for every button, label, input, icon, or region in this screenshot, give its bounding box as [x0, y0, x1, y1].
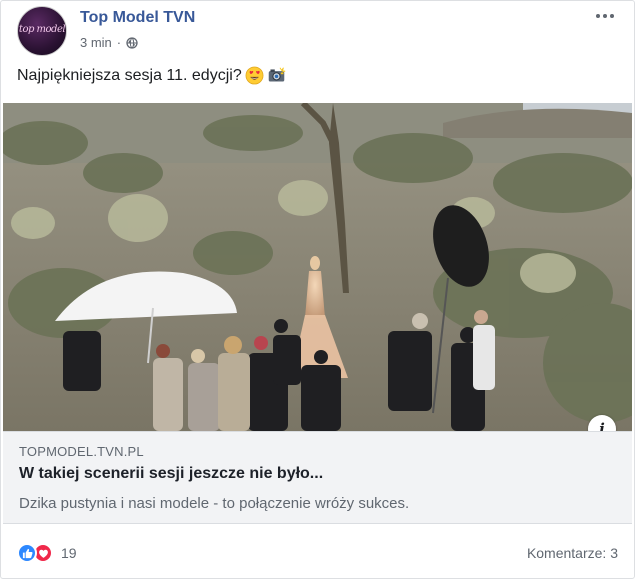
- post-card: top model Top Model TVN 3 min · Najpiękn…: [0, 0, 635, 579]
- post-message: Najpiękniejsza sesja 11. edycji?: [17, 66, 286, 85]
- more-options-icon[interactable]: [592, 7, 618, 25]
- page-avatar[interactable]: top model: [17, 6, 67, 56]
- comments-count-link[interactable]: Komentarze: 3: [527, 545, 618, 561]
- post-timestamp[interactable]: 3 min: [80, 35, 112, 50]
- link-preview[interactable]: TOPMODEL.TVN.PL W takiej scenerii sesji …: [3, 431, 632, 524]
- globe-icon[interactable]: [126, 36, 138, 49]
- post-meta: 3 min ·: [80, 35, 138, 50]
- desert-photoshoot-image: [3, 103, 632, 431]
- reactions-summary[interactable]: 19: [17, 543, 77, 563]
- heart-eyes-emoji: [245, 66, 264, 85]
- camera-flash-emoji: [268, 67, 285, 82]
- page-name-link[interactable]: Top Model TVN: [80, 9, 195, 27]
- post-photo[interactable]: i: [3, 103, 632, 431]
- avatar-logo-text: top model: [18, 24, 66, 35]
- reaction-count: 19: [61, 545, 77, 561]
- like-icon: [17, 543, 37, 563]
- link-title[interactable]: W takiej scenerii sesji jeszcze nie było…: [19, 465, 323, 483]
- link-description: Dzika pustynia i nasi modele - to połącz…: [19, 495, 410, 512]
- link-domain: TOPMODEL.TVN.PL: [19, 444, 144, 459]
- post-message-text: Najpiękniejsza sesja 11. edycji?: [17, 66, 242, 84]
- meta-separator: ·: [116, 35, 122, 50]
